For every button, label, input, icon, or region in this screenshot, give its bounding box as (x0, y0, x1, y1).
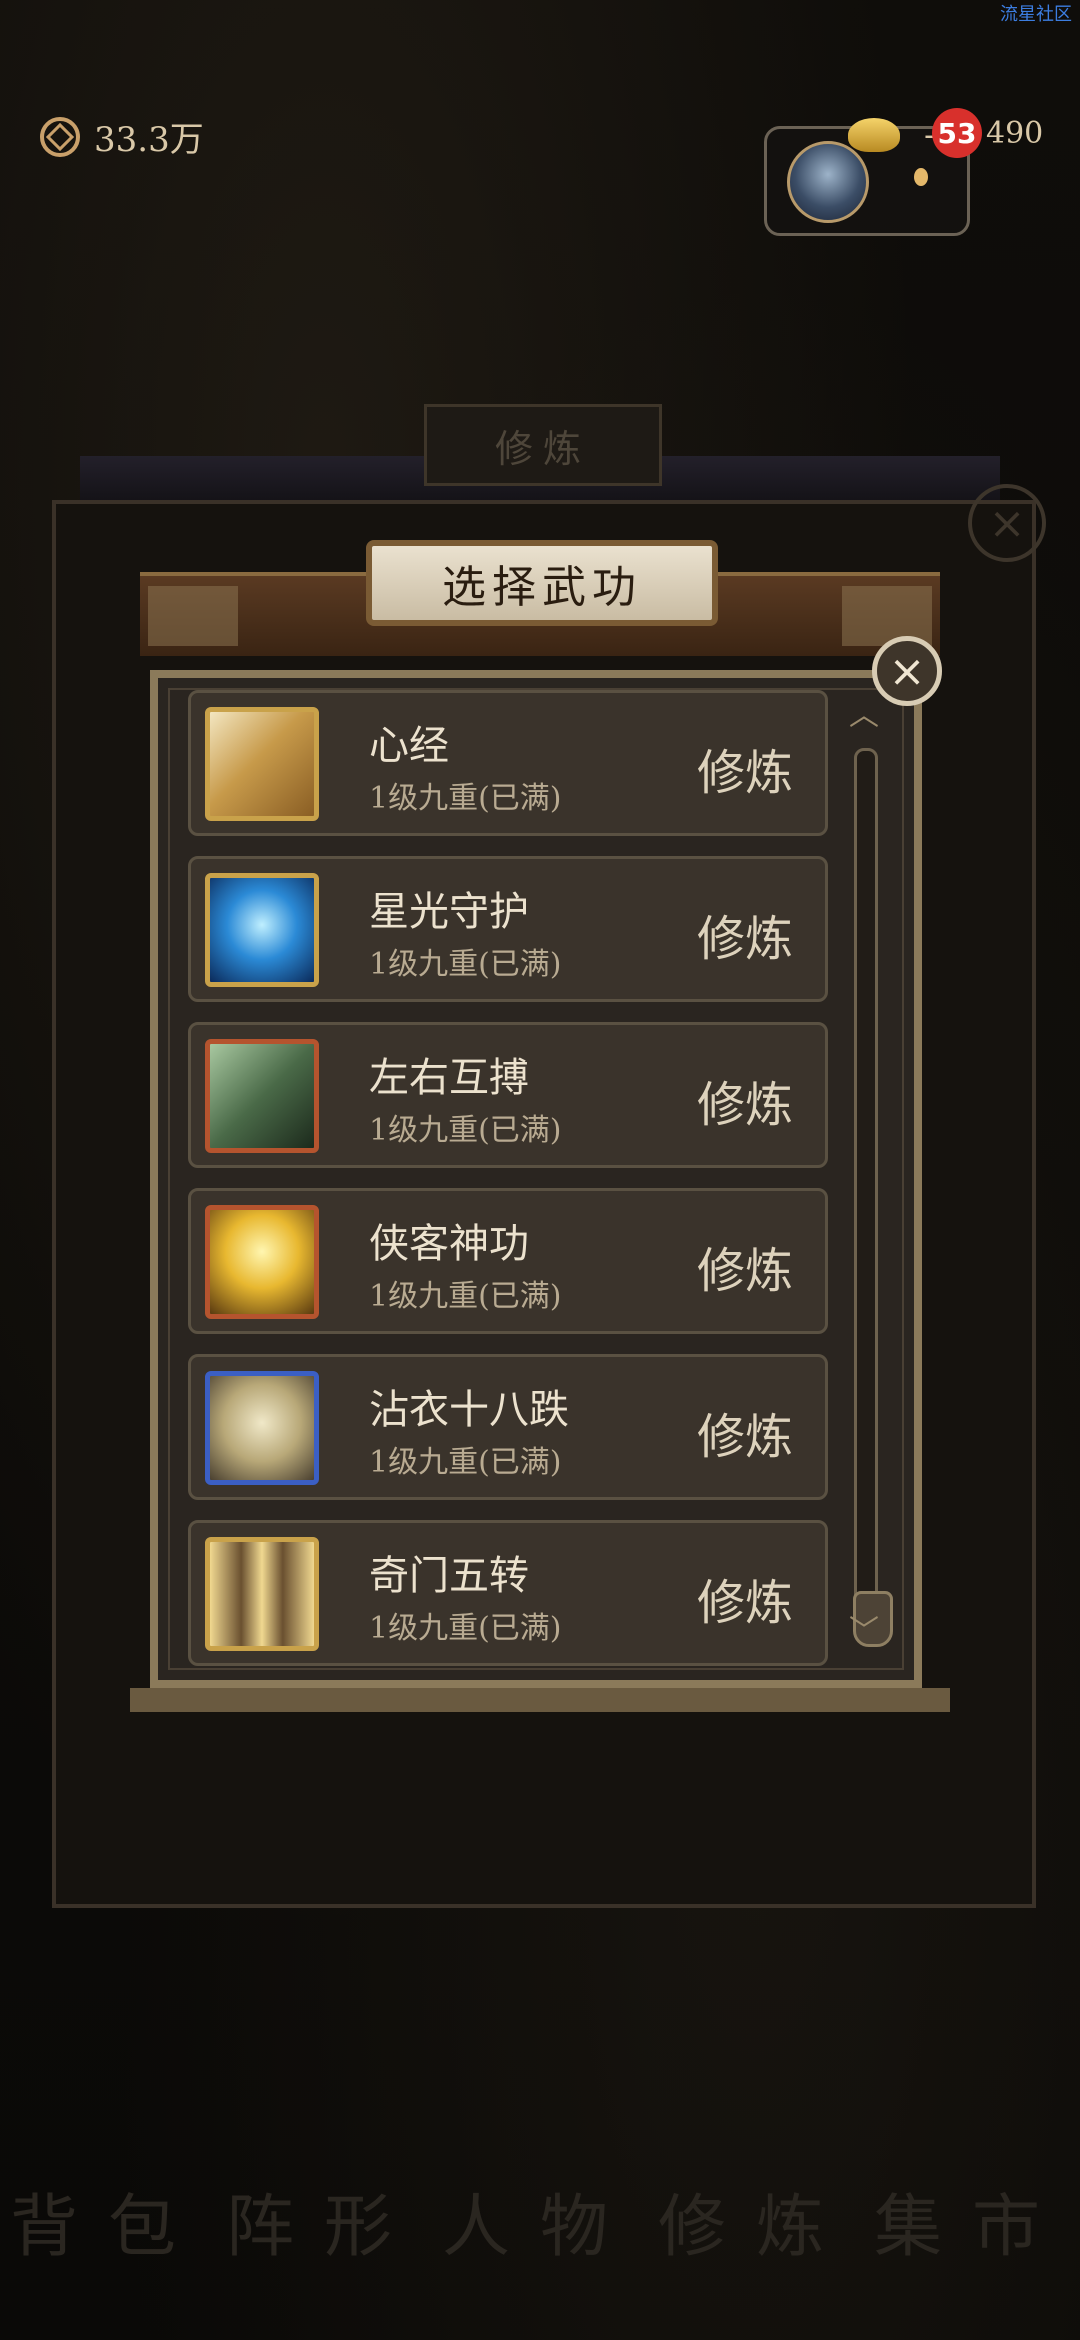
list-item[interactable]: 心经 1级九重(已满) 修炼 (188, 690, 828, 836)
skill-level: 1级九重(已满) (369, 947, 562, 982)
nav-formation[interactable]: 阵形 (220, 2170, 428, 2271)
skill-name: 沾衣十八跌 (369, 1387, 569, 1433)
dialog-base (130, 1688, 950, 1712)
nav-training[interactable]: 修炼 (652, 2170, 860, 2271)
scroll-icon (205, 707, 319, 821)
currency-value: 33.3万 (94, 120, 204, 160)
kick-icon (205, 1371, 319, 1485)
skill-name: 侠客神功 (369, 1221, 529, 1267)
chevron-up-icon[interactable]: ︿ (846, 701, 882, 731)
list-item[interactable]: 星光守护 1级九重(已满) 修炼 (188, 856, 828, 1002)
train-button[interactable]: 修炼 (697, 1563, 793, 1633)
skill-name: 心经 (369, 723, 449, 769)
skill-level: 1级九重(已满) (369, 1611, 562, 1646)
silver-currency: 33.3万 (40, 112, 204, 161)
shadow-clones-icon (205, 1537, 319, 1651)
avatar[interactable] (787, 141, 869, 223)
train-button[interactable]: 修炼 (697, 899, 793, 969)
skill-level: 1级九重(已满) (369, 781, 562, 816)
gold-ingot-icon (848, 118, 900, 152)
nav-bag[interactable]: 背包 (4, 2170, 212, 2271)
list-item[interactable]: 左右互搏 1级九重(已满) 修炼 (188, 1022, 828, 1168)
background-tab: 修炼 (424, 404, 662, 486)
watermark: 流星社区 (1000, 4, 1072, 25)
close-button[interactable]: × (872, 636, 942, 706)
train-button[interactable]: 修炼 (697, 1397, 793, 1467)
roof-ornament-left (148, 586, 238, 646)
background-close-button[interactable]: × (968, 484, 1046, 562)
gold-value: 490 (986, 116, 1044, 151)
skill-name: 星光守护 (369, 889, 529, 935)
nav-market[interactable]: 集市 (868, 2170, 1076, 2271)
list-item[interactable]: 沾衣十八跌 1级九重(已满) 修炼 (188, 1354, 828, 1500)
notification-badge: 53 (932, 108, 982, 158)
dialog-title: 选择武功 (442, 562, 642, 613)
scrollbar[interactable]: ︿ ﹀ (846, 701, 893, 1654)
chevron-down-icon[interactable]: ﹀ (846, 1617, 882, 1647)
coin-icon (40, 116, 80, 157)
list-item[interactable]: 侠客神功 1级九重(已满) 修炼 (188, 1188, 828, 1334)
dialog-title-plate: 选择武功 (366, 540, 718, 626)
dual-fighters-icon (205, 1039, 319, 1153)
drop-icon (914, 168, 928, 186)
list-item[interactable]: 奇门五转 1级九重(已满) 修炼 (188, 1520, 828, 1666)
skill-list[interactable]: 心经 1级九重(已满) 修炼 星光守护 1级九重(已满) 修炼 左右互搏 1级九… (188, 690, 828, 1686)
starlight-icon (205, 873, 319, 987)
skill-name: 左右互搏 (369, 1055, 529, 1101)
hero-martial-icon (205, 1205, 319, 1319)
skill-name: 奇门五转 (369, 1553, 529, 1599)
skill-level: 1级九重(已满) (369, 1279, 562, 1314)
train-button[interactable]: 修炼 (697, 733, 793, 803)
train-button[interactable]: 修炼 (697, 1231, 793, 1301)
scroll-track[interactable] (853, 748, 893, 1647)
train-button[interactable]: 修炼 (697, 1065, 793, 1135)
skill-level: 1级九重(已满) (369, 1113, 562, 1148)
nav-character[interactable]: 人物 (436, 2170, 644, 2271)
skill-level: 1级九重(已满) (369, 1445, 562, 1480)
bottom-nav: 背包 阵形 人物 修炼 集市 (0, 2120, 1080, 2320)
